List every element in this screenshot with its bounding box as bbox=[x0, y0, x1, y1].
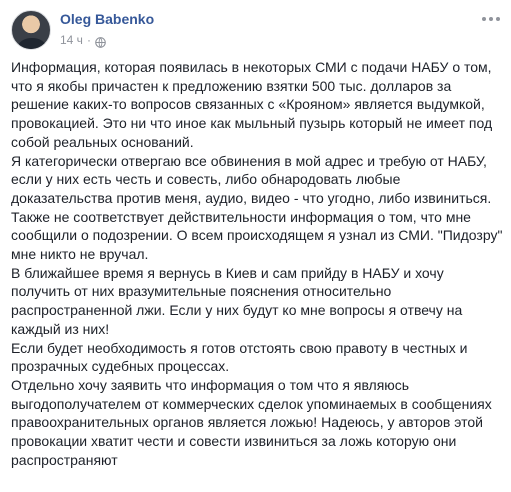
meta-separator: · bbox=[86, 33, 91, 47]
post-paragraph: В ближайшее время я вернусь в Киев и сам… bbox=[11, 264, 463, 337]
post-body: Информация, которая появилась в некоторы… bbox=[11, 58, 505, 469]
post-header: Oleg Babenko 14 ч · bbox=[0, 0, 511, 58]
post-paragraph: Информация, которая появилась в некоторы… bbox=[11, 59, 493, 150]
globe-icon[interactable] bbox=[95, 35, 106, 48]
post-timestamp[interactable]: 14 ч bbox=[60, 33, 83, 47]
more-options-icon[interactable] bbox=[479, 10, 503, 28]
post-paragraph: Отдельно хочу заявить что информация о т… bbox=[11, 376, 492, 468]
author-name[interactable]: Oleg Babenko bbox=[60, 11, 154, 27]
post-meta: 14 ч · bbox=[60, 33, 106, 48]
post-paragraph: Если будет необходимость я готов отстоят… bbox=[11, 339, 468, 375]
post-paragraph: Также не соответствует действительности … bbox=[11, 208, 503, 263]
post-paragraph: Я категорически отвергаю все обвинения в… bbox=[11, 152, 492, 206]
avatar[interactable] bbox=[11, 10, 51, 50]
